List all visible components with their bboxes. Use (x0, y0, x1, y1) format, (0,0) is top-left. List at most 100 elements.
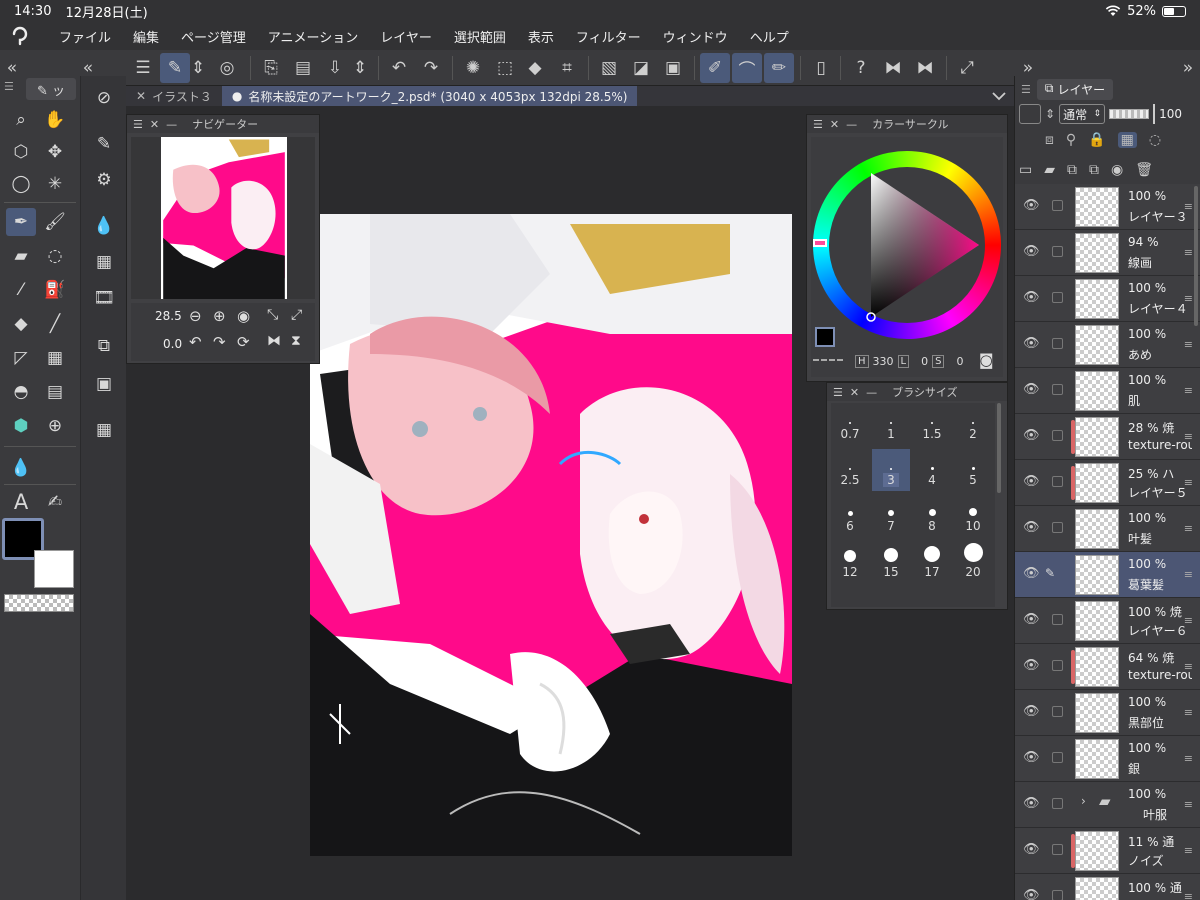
save-icon[interactable]: ⇩ (320, 53, 350, 83)
layer-tab[interactable]: ⧉ レイヤー (1036, 78, 1114, 100)
copy-layer-icon[interactable]: ⧉ (1067, 162, 1077, 178)
visibility-eye-icon[interactable]: 👁 (1023, 566, 1040, 582)
layer-row[interactable]: 👁 11 % 通ノイズ ≡ (1015, 828, 1200, 874)
saturation-triangle[interactable] (813, 151, 1001, 339)
brush-size-preset[interactable]: 7 (872, 495, 910, 537)
opacity-slider[interactable] (1109, 109, 1150, 119)
color-mode-icon[interactable]: ◙ (979, 351, 994, 369)
layer-checkbox[interactable] (1052, 430, 1063, 441)
zoom-out-icon[interactable]: ⊖ (189, 307, 202, 325)
visibility-eye-icon[interactable]: 👁 (1023, 290, 1040, 306)
layer-row[interactable]: 👁 28 % 焼 texture-rou ≡ (1015, 414, 1200, 460)
layer-row-menu-icon[interactable]: ≡ (1184, 614, 1193, 627)
visibility-eye-icon[interactable]: 👁 (1023, 336, 1040, 352)
menu-item-2[interactable]: ページ管理 (170, 27, 257, 46)
layer-row[interactable]: 👁 100 % 肌 ≡ (1015, 368, 1200, 414)
eraser-icon[interactable]: ▰ (6, 242, 36, 270)
color-wheel-icon[interactable]: 💧 (89, 212, 119, 240)
layer-checkbox[interactable] (1052, 614, 1063, 625)
visibility-eye-icon[interactable]: 👁 (1023, 428, 1040, 444)
close-icon[interactable]: ✕ (850, 386, 859, 399)
hand-icon[interactable]: ✋ (40, 106, 70, 134)
layer-row[interactable]: 👁 100 % 焼レイヤー６ ≡ (1015, 598, 1200, 644)
layer-checkbox[interactable] (1052, 890, 1063, 900)
layer-row[interactable]: 👁 100 % 銀 ≡ (1015, 736, 1200, 782)
layer-row-menu-icon[interactable]: ≡ (1184, 660, 1193, 673)
visibility-eye-icon[interactable]: 👁 (1023, 704, 1040, 720)
minimize-icon[interactable]: — (866, 386, 877, 399)
lock-alpha-icon[interactable]: ▦ (1117, 132, 1137, 148)
menu-item-8[interactable]: ウィンドウ (652, 27, 739, 46)
transparent-indicator[interactable] (813, 359, 843, 365)
fill-icon[interactable]: ◆ (520, 53, 550, 83)
layer-checkbox[interactable] (1052, 338, 1063, 349)
expression-spinner-icon[interactable]: ⇕ (1045, 107, 1055, 121)
visibility-eye-icon[interactable]: 👁 (1023, 520, 1040, 536)
close-icon[interactable]: ✕ (830, 118, 839, 131)
visibility-eye-icon[interactable]: 👁 (1023, 244, 1040, 260)
layer-row[interactable]: 👁100 % 通白部位≡ (1015, 874, 1200, 900)
layer-opacity-value[interactable]: 100 (1159, 107, 1182, 121)
layer-checkbox[interactable] (1052, 384, 1063, 395)
timeline-icon[interactable]: 🎞 (89, 284, 119, 312)
tabs-dropdown-icon[interactable] (992, 86, 1014, 106)
layer-row[interactable]: 👁 ✎ 100 % 葛葉髪 ≡ (1015, 552, 1200, 598)
layer-checkbox[interactable] (1052, 706, 1063, 717)
tool-property-icon[interactable]: ⚙ (89, 166, 119, 194)
brush-size-preset[interactable]: 12 (831, 541, 869, 583)
minimize-icon[interactable]: — (846, 118, 857, 131)
pen-icon[interactable]: ✒ (6, 208, 36, 236)
edge-keyboard-icon[interactable]: ▯ (806, 53, 836, 83)
visibility-eye-icon[interactable]: 👁 (1023, 612, 1040, 628)
brush-stabilizer-icon[interactable]: ⌒ (732, 53, 762, 83)
visibility-eye-icon[interactable]: 👁 (1023, 658, 1040, 674)
reference-layer-icon[interactable]: ⚲ (1066, 132, 1076, 148)
layer-row-menu-icon[interactable]: ≡ (1184, 844, 1193, 857)
hue-marker[interactable] (813, 239, 827, 247)
balloon-icon[interactable]: ✍ (40, 488, 70, 516)
flip-v-icon[interactable]: ⧗ (291, 333, 301, 349)
fit-screen-icon[interactable]: ⤡ (267, 307, 278, 323)
fit-window-icon[interactable]: ⤢ (291, 307, 302, 323)
menu-item-4[interactable]: レイヤー (369, 27, 443, 46)
brush-size-preset[interactable]: 15 (872, 541, 910, 583)
fullscreen-icon[interactable]: ⤢ (952, 53, 982, 83)
visibility-eye-icon[interactable]: 👁 (1023, 474, 1040, 490)
layer-property-icon[interactable]: ⧉ (89, 332, 119, 360)
layer-row[interactable]: 👁 100 % レイヤー４ ≡ (1015, 276, 1200, 322)
rotate-reset-icon[interactable]: ⟳ (237, 333, 250, 351)
brush-size-preset[interactable]: 8 (913, 495, 951, 537)
brush-icon[interactable]: 🖌 (40, 208, 70, 236)
brush-size-preset[interactable]: 17 (913, 541, 951, 583)
layer-row-menu-icon[interactable]: ≡ (1184, 430, 1193, 443)
3d-icon[interactable]: ◓ (6, 378, 36, 406)
object-select-icon[interactable]: ⬡ (6, 138, 36, 166)
layer-row-menu-icon[interactable]: ≡ (1184, 752, 1193, 765)
layer-settings-icon[interactable]: ◎ (212, 53, 242, 83)
zoom-icon[interactable]: ⌕ (6, 106, 36, 134)
layer-row-menu-icon[interactable]: ≡ (1184, 476, 1193, 489)
layer-row-menu-icon[interactable]: ≡ (1184, 292, 1193, 305)
redo-icon[interactable]: ↷ (416, 53, 446, 83)
close-icon[interactable]: ✕ (150, 118, 159, 131)
menu-item-9[interactable]: ヘルプ (739, 27, 800, 46)
delete-layer-icon[interactable]: 🗑 (1135, 162, 1153, 178)
color-set-icon[interactable]: ▦ (89, 248, 119, 276)
menu-item-0[interactable]: ファイル (48, 27, 122, 46)
undo-icon[interactable]: ↶ (384, 53, 414, 83)
navigator-panel-icon[interactable]: ▣ (89, 370, 119, 398)
layer-row[interactable]: 👁 94 % 線画 ≡ (1015, 230, 1200, 276)
panel-menu-icon[interactable]: ☰ (833, 386, 843, 399)
main-color-indicator[interactable] (815, 327, 835, 347)
flip-horizontal-icon[interactable]: ⧓ (878, 53, 908, 83)
layer-row[interactable]: 👁 100 % 黒部位 ≡ (1015, 690, 1200, 736)
shape-fill-icon[interactable]: ⬢ (6, 412, 36, 440)
layer-checkbox[interactable] (1052, 752, 1063, 763)
layer-row-menu-icon[interactable]: ≡ (1184, 384, 1193, 397)
fill-selection-icon[interactable]: ▣ (658, 53, 688, 83)
layer-row[interactable]: 👁 25 % ハレイヤー５ ≡ (1015, 460, 1200, 506)
navigator-preview[interactable] (131, 137, 315, 299)
blend-mode-select[interactable]: 通常 ⇕ (1059, 104, 1106, 124)
sub-tool-icon[interactable]: ✎ (89, 130, 119, 158)
zoom-reset-icon[interactable]: ◉ (237, 307, 250, 325)
